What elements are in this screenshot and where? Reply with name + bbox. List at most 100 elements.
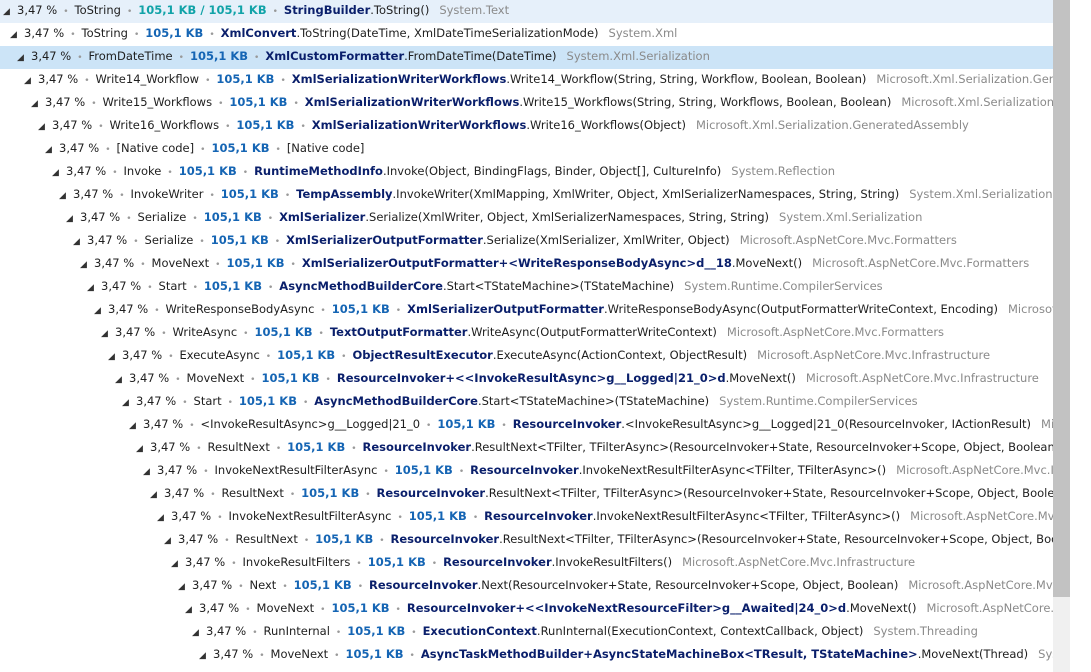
percent-value: 3,47 % bbox=[17, 3, 58, 17]
allocation-size: 105,1 KB bbox=[229, 95, 288, 109]
expand-triangle-icon[interactable]: ◢ bbox=[94, 301, 108, 322]
allocation-size: 105,1 KB bbox=[394, 463, 453, 477]
expand-triangle-icon[interactable]: ◢ bbox=[45, 140, 59, 161]
expand-triangle-icon[interactable]: ◢ bbox=[122, 393, 136, 414]
function-name: <InvokeResultAsync>g__Logged|21_0 bbox=[200, 417, 421, 431]
tree-row[interactable]: ◢ 3,47 % • Write15_Workflows • 105,1 KB • XmlSe… bbox=[0, 92, 1053, 115]
expand-triangle-icon[interactable]: ◢ bbox=[157, 508, 171, 529]
tree-row[interactable]: ◢ 3,47 % • Next • 105,1 KB • ResourceInvoker.Ne… bbox=[0, 575, 1053, 598]
allocation-size: 105,1 KB bbox=[277, 348, 336, 362]
expand-triangle-icon[interactable]: ◢ bbox=[164, 531, 178, 552]
class-name: ExecutionContext bbox=[422, 624, 537, 638]
percent-value: 3,47 % bbox=[171, 509, 212, 523]
expand-triangle-icon[interactable]: ◢ bbox=[171, 554, 185, 575]
tree-row[interactable]: ◢ 3,47 % • Serialize • 105,1 KB • XmlSerializer… bbox=[0, 207, 1053, 230]
function-name: Start bbox=[193, 394, 222, 408]
assembly-name: Microsoft.AspNetCore.Mvc.Infrastructure bbox=[1041, 417, 1053, 431]
expand-triangle-icon[interactable]: ◢ bbox=[129, 416, 143, 437]
class-name: XmlSerializationWriterWorkflows bbox=[311, 118, 527, 132]
tree-row[interactable]: ◢ 3,47 % • ResultNext • 105,1 KB • ResourceInvo… bbox=[0, 529, 1053, 552]
tree-row[interactable]: ◢ 3,47 % • WriteResponseBodyAsync • 105,1 KB •… bbox=[0, 299, 1053, 322]
expand-triangle-icon[interactable]: ◢ bbox=[199, 646, 213, 667]
function-name: InvokeResultFilters bbox=[242, 555, 351, 569]
expand-triangle-icon[interactable]: ◢ bbox=[3, 2, 17, 23]
expand-triangle-icon[interactable]: ◢ bbox=[143, 462, 157, 483]
tree-row[interactable]: ◢ 3,47 % • ResultNext • 105,1 KB • ResourceInvo… bbox=[0, 483, 1053, 506]
expand-triangle-icon[interactable]: ◢ bbox=[66, 209, 80, 230]
expand-triangle-icon[interactable]: ◢ bbox=[150, 485, 164, 506]
assembly-name: System.Threading bbox=[873, 624, 978, 638]
separator-dot: • bbox=[267, 214, 274, 224]
allocation-size: 105,1 KB bbox=[261, 371, 320, 385]
separator-dot: • bbox=[217, 513, 223, 523]
function-name: InvokeNextResultFilterAsync bbox=[214, 463, 378, 477]
tree-row[interactable]: ◢ 3,47 % • Start • 105,1 KB • AsyncMethodBuilde… bbox=[0, 391, 1053, 414]
method-signature: .ResultNext<TFilter, TFilterAsync>(Resou… bbox=[499, 532, 1053, 546]
expand-triangle-icon[interactable]: ◢ bbox=[17, 48, 31, 69]
class-name: TextOutputFormatter bbox=[329, 325, 468, 339]
allocation-size: 105,1 KB bbox=[226, 256, 285, 270]
allocation-size: 105,1 KB bbox=[238, 394, 297, 408]
tree-row[interactable]: ◢ 3,47 % • Write14_Workflow • 105,1 KB • XmlSer… bbox=[0, 69, 1053, 92]
separator-dot: • bbox=[70, 30, 76, 40]
function-name: Serialize bbox=[144, 233, 194, 247]
tree-row[interactable]: ◢ 3,47 % • InvokeNextResultFilterAsync • 105,… bbox=[0, 506, 1053, 529]
separator-dot: • bbox=[175, 375, 181, 385]
separator-dot: • bbox=[178, 53, 184, 63]
separator-dot: • bbox=[282, 582, 288, 592]
expand-triangle-icon[interactable]: ◢ bbox=[115, 370, 129, 391]
expand-triangle-icon[interactable]: ◢ bbox=[101, 324, 115, 345]
expand-triangle-icon[interactable]: ◢ bbox=[80, 255, 94, 276]
tree-row[interactable]: ◢ 3,47 % • Start • 105,1 KB • AsyncMethodBuilde… bbox=[0, 276, 1053, 299]
function-name: ResultNext bbox=[221, 486, 284, 500]
tree-row[interactable]: ◢ 3,47 % • WriteAsync • 105,1 KB • TextOutputFo… bbox=[0, 322, 1053, 345]
percent-value: 3,47 % bbox=[38, 72, 79, 86]
percent-value: 3,47 % bbox=[178, 532, 219, 546]
separator-dot: • bbox=[182, 398, 188, 408]
class-name: TempAssembly bbox=[296, 187, 393, 201]
tree-row[interactable]: ◢ 3,47 % • <InvokeResultAsync>g__Logged|21_… bbox=[0, 414, 1053, 437]
scrollbar-thumb[interactable] bbox=[1053, 0, 1070, 597]
tree-row[interactable]: ◢ 3,47 % • InvokeResultFilters • 105,1 KB • Res… bbox=[0, 552, 1053, 575]
percent-value: 3,47 % bbox=[94, 256, 135, 270]
tree-row[interactable]: ◢ 3,47 % • ToString • 105,1 KB • XmlConvert.ToS… bbox=[0, 23, 1053, 46]
tree-row[interactable]: ◢ 3,47 % • MoveNext • 105,1 KB • ResourceInvoke… bbox=[0, 598, 1053, 621]
function-name: [Native code] bbox=[116, 141, 195, 155]
separator-dot: • bbox=[231, 559, 237, 569]
allocation-size: 105,1 KB bbox=[331, 601, 390, 615]
expand-triangle-icon[interactable]: ◢ bbox=[185, 600, 199, 621]
expand-triangle-icon[interactable]: ◢ bbox=[178, 577, 192, 598]
tree-row[interactable]: ◢ 3,47 % • Serialize • 105,1 KB • XmlSerializer… bbox=[0, 230, 1053, 253]
tree-row[interactable]: ◢ 3,47 % • ResultNext • 105,1 KB • ResourceInvo… bbox=[0, 437, 1053, 460]
tree-row[interactable]: ◢ 3,47 % • InvokeNextResultFilterAsync • 105,… bbox=[0, 460, 1053, 483]
tree-row[interactable]: ◢ 3,47 % • RunInternal • 105,1 KB • ExecutionCo… bbox=[0, 621, 1053, 644]
tree-row[interactable]: ◢ 3,47 % • MoveNext • 105,1 KB • ResourceInvoke… bbox=[0, 368, 1053, 391]
tree-row[interactable]: ◢ 3,47 % • ToString • 105,1 KB / 105,1 KB • Str… bbox=[0, 0, 1053, 23]
expand-triangle-icon[interactable]: ◢ bbox=[24, 71, 38, 92]
expand-triangle-icon[interactable]: ◢ bbox=[10, 25, 24, 46]
vertical-scrollbar[interactable] bbox=[1053, 0, 1091, 672]
tree-row[interactable]: ◢ 3,47 % • MoveNext • 105,1 KB • AsyncTaskMetho… bbox=[0, 644, 1053, 667]
separator-dot: • bbox=[302, 398, 309, 408]
method-signature: .Start<TStateMachine>(TStateMachine) bbox=[442, 279, 675, 293]
tree-row[interactable]: ◢ 3,47 % • ExecuteAsync • 105,1 KB • ObjectResu… bbox=[0, 345, 1053, 368]
tree-row[interactable]: ◢ 3,47 % • Write16_Workflows • 105,1 KB • XmlSe… bbox=[0, 115, 1053, 138]
percent-value: 3,47 % bbox=[87, 233, 128, 247]
expand-triangle-icon[interactable]: ◢ bbox=[52, 163, 66, 184]
expand-triangle-icon[interactable]: ◢ bbox=[192, 623, 206, 644]
expand-triangle-icon[interactable]: ◢ bbox=[136, 439, 150, 460]
tree-row[interactable]: ◢ 3,47 % • InvokeWriter • 105,1 KB • TempAssemb… bbox=[0, 184, 1053, 207]
separator-dot: • bbox=[218, 99, 224, 109]
method-signature: .MoveNext() bbox=[725, 371, 796, 385]
separator-dot: • bbox=[200, 145, 206, 155]
expand-triangle-icon[interactable]: ◢ bbox=[108, 347, 122, 368]
expand-triangle-icon[interactable]: ◢ bbox=[38, 117, 52, 138]
tree-row[interactable]: ◢ 3,47 % • Invoke • 105,1 KB • RuntimeMethodInf… bbox=[0, 161, 1053, 184]
expand-triangle-icon[interactable]: ◢ bbox=[87, 278, 101, 299]
expand-triangle-icon[interactable]: ◢ bbox=[73, 232, 87, 253]
expand-triangle-icon[interactable]: ◢ bbox=[59, 186, 73, 207]
tree-row[interactable]: ◢ 3,47 % • FromDateTime • 105,1 KB • XmlCustomF… bbox=[0, 46, 1053, 69]
tree-row[interactable]: ◢ 3,47 % • [Native code] • 105,1 KB • [Native c… bbox=[0, 138, 1053, 161]
tree-row[interactable]: ◢ 3,47 % • MoveNext • 105,1 KB • XmlSerializerO… bbox=[0, 253, 1053, 276]
expand-triangle-icon[interactable]: ◢ bbox=[31, 94, 45, 115]
